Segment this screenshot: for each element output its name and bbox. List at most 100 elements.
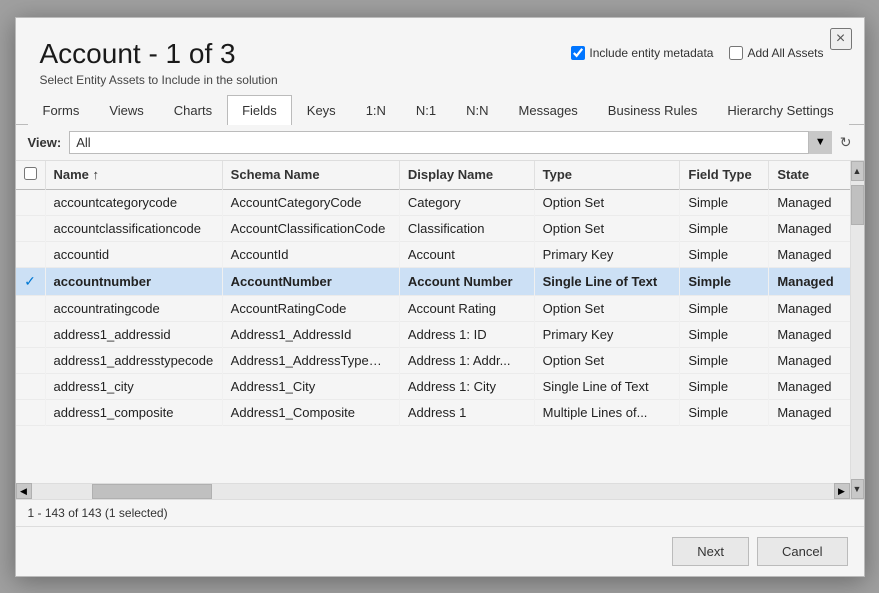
vertical-scrollbar: ▲ ▼ xyxy=(850,161,864,499)
row-name: accountclassificationcode xyxy=(45,215,222,241)
row-type: Option Set xyxy=(534,295,680,321)
row-check[interactable] xyxy=(16,295,46,321)
tab-1n[interactable]: 1:N xyxy=(351,95,401,125)
row-type: Option Set xyxy=(534,347,680,373)
row-type: Primary Key xyxy=(534,321,680,347)
tab-fields[interactable]: Fields xyxy=(227,95,292,125)
row-display-name: Account Number xyxy=(399,267,534,295)
dialog-subtitle: Select Entity Assets to Include in the s… xyxy=(40,73,278,87)
cancel-button[interactable]: Cancel xyxy=(757,537,847,566)
tab-keys[interactable]: Keys xyxy=(292,95,351,125)
tab-n1[interactable]: N:1 xyxy=(401,95,451,125)
row-type: Option Set xyxy=(534,215,680,241)
scroll-up-button[interactable]: ▲ xyxy=(851,161,864,181)
header-options: Include entity metadata Add All Assets xyxy=(571,46,823,60)
tab-views[interactable]: Views xyxy=(94,95,158,125)
tab-messages[interactable]: Messages xyxy=(504,95,593,125)
row-field-type: Simple xyxy=(680,267,769,295)
table-header-row: Name ↑ Schema Name Display Name Type Fie… xyxy=(16,161,850,190)
col-check xyxy=(16,161,46,190)
table-row[interactable]: ✓ accountnumber AccountNumber Account Nu… xyxy=(16,267,850,295)
row-type: Single Line of Text xyxy=(534,267,680,295)
row-display-name: Address 1 xyxy=(399,399,534,425)
vertical-scroll-thumb[interactable] xyxy=(851,185,864,225)
col-field-type[interactable]: Field Type xyxy=(680,161,769,190)
row-schema-name: Address1_AddressId xyxy=(222,321,399,347)
col-type[interactable]: Type xyxy=(534,161,680,190)
scroll-down-button[interactable]: ▼ xyxy=(851,479,864,499)
row-check[interactable] xyxy=(16,215,46,241)
row-check[interactable] xyxy=(16,321,46,347)
row-schema-name: AccountCategoryCode xyxy=(222,189,399,215)
row-name: address1_addresstypecode xyxy=(45,347,222,373)
tab-hierarchy-settings[interactable]: Hierarchy Settings xyxy=(712,95,848,125)
row-field-type: Simple xyxy=(680,347,769,373)
row-check[interactable] xyxy=(16,347,46,373)
row-field-type: Simple xyxy=(680,241,769,267)
row-name: address1_composite xyxy=(45,399,222,425)
row-type: Primary Key xyxy=(534,241,680,267)
row-type: Option Set xyxy=(534,189,680,215)
table-row[interactable]: address1_composite Address1_Composite Ad… xyxy=(16,399,850,425)
col-schema-name[interactable]: Schema Name xyxy=(222,161,399,190)
row-state: Managed xyxy=(769,267,850,295)
row-display-name: Classification xyxy=(399,215,534,241)
tab-business-rules[interactable]: Business Rules xyxy=(593,95,713,125)
tab-charts[interactable]: Charts xyxy=(159,95,227,125)
horizontal-scroll-thumb[interactable] xyxy=(92,484,212,499)
scroll-right-button[interactable]: ▶ xyxy=(834,483,850,499)
col-display-name[interactable]: Display Name xyxy=(399,161,534,190)
dialog-footer: Next Cancel xyxy=(16,526,864,576)
row-field-type: Simple xyxy=(680,399,769,425)
row-state: Managed xyxy=(769,321,850,347)
include-metadata-label[interactable]: Include entity metadata xyxy=(571,46,713,60)
horizontal-scrollbar: ◀ ▶ xyxy=(16,483,850,499)
tab-nn[interactable]: N:N xyxy=(451,95,503,125)
add-all-assets-checkbox[interactable] xyxy=(729,46,743,60)
row-schema-name: AccountId xyxy=(222,241,399,267)
next-button[interactable]: Next xyxy=(672,537,749,566)
col-name[interactable]: Name ↑ xyxy=(45,161,222,190)
table-row[interactable]: accountcategorycode AccountCategoryCode … xyxy=(16,189,850,215)
table-row[interactable]: accountid AccountId Account Primary Key … xyxy=(16,241,850,267)
table-row[interactable]: address1_addresstypecode Address1_Addres… xyxy=(16,347,850,373)
tab-bar: Forms Views Charts Fields Keys 1:N N:1 N… xyxy=(16,95,864,125)
table-row[interactable]: address1_addressid Address1_AddressId Ad… xyxy=(16,321,850,347)
scroll-left-button[interactable]: ◀ xyxy=(16,483,32,499)
row-name: address1_addressid xyxy=(45,321,222,347)
refresh-icon[interactable]: ↻ xyxy=(840,134,852,151)
dialog: Account - 1 of 3 Select Entity Assets to… xyxy=(15,17,865,577)
row-state: Managed xyxy=(769,399,850,425)
horizontal-scroll-track[interactable] xyxy=(32,484,834,499)
tab-forms[interactable]: Forms xyxy=(28,95,95,125)
row-state: Managed xyxy=(769,347,850,373)
close-button[interactable]: × xyxy=(830,28,852,50)
row-check[interactable] xyxy=(16,189,46,215)
table-row[interactable]: address1_city Address1_City Address 1: C… xyxy=(16,373,850,399)
table-area: Name ↑ Schema Name Display Name Type Fie… xyxy=(16,161,864,499)
table-row[interactable]: accountclassificationcode AccountClassif… xyxy=(16,215,850,241)
row-field-type: Simple xyxy=(680,321,769,347)
table-row[interactable]: accountratingcode AccountRatingCode Acco… xyxy=(16,295,850,321)
row-check[interactable] xyxy=(16,241,46,267)
row-schema-name: AccountClassificationCode xyxy=(222,215,399,241)
view-label: View: xyxy=(28,135,62,150)
row-name: accountratingcode xyxy=(45,295,222,321)
vertical-scroll-track[interactable] xyxy=(851,181,864,479)
row-schema-name: Address1_AddressTypeCode xyxy=(222,347,399,373)
col-state[interactable]: State xyxy=(769,161,850,190)
row-name: accountid xyxy=(45,241,222,267)
row-name: address1_city xyxy=(45,373,222,399)
row-check[interactable] xyxy=(16,373,46,399)
include-metadata-checkbox[interactable] xyxy=(571,46,585,60)
row-check[interactable] xyxy=(16,399,46,425)
table-body-wrapper: Name ↑ Schema Name Display Name Type Fie… xyxy=(16,161,850,483)
add-all-assets-label[interactable]: Add All Assets xyxy=(729,46,823,60)
row-field-type: Simple xyxy=(680,295,769,321)
title-bar: Account - 1 of 3 Select Entity Assets to… xyxy=(16,18,864,95)
row-check[interactable]: ✓ xyxy=(16,267,46,295)
row-name: accountcategorycode xyxy=(45,189,222,215)
view-select[interactable]: All Custom Managed Unmanaged xyxy=(69,131,832,154)
select-all-checkbox[interactable] xyxy=(24,167,37,180)
row-schema-name: Address1_City xyxy=(222,373,399,399)
